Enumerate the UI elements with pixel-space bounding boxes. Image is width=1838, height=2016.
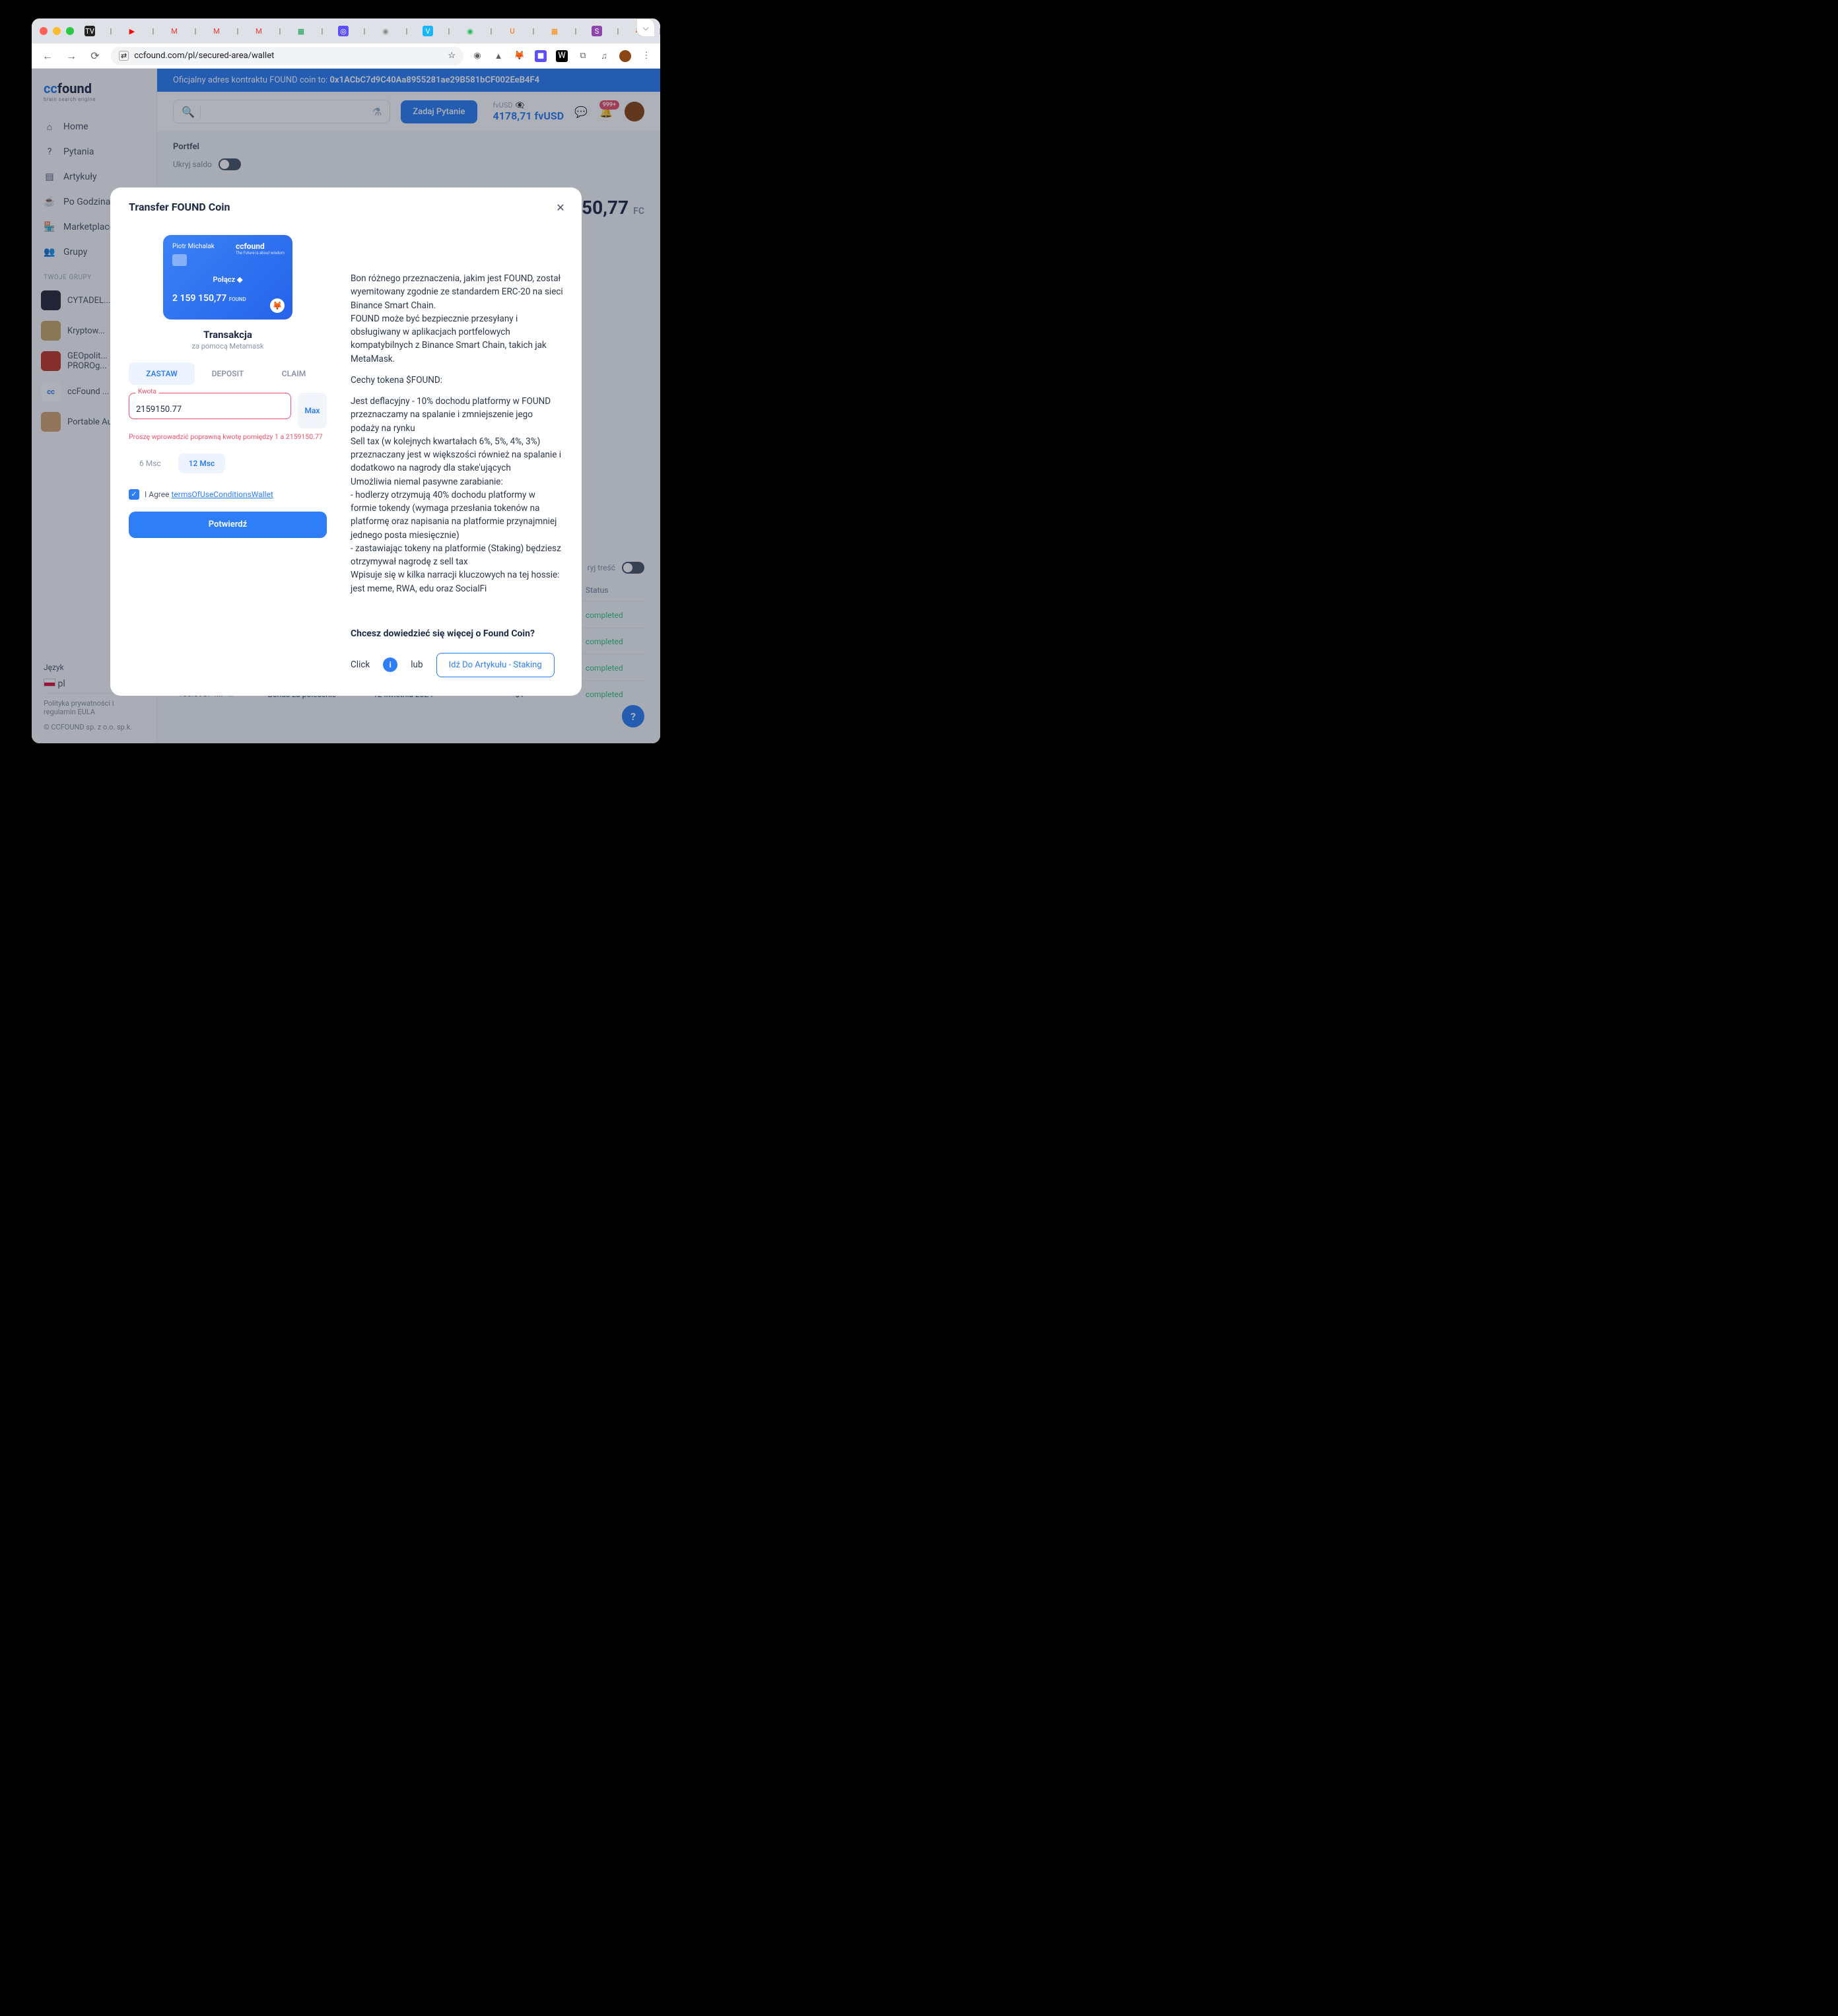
address-bar-row: ← → ⟳ ⇄ ccfound.com/pl/secured-area/wall… — [32, 44, 660, 69]
tab-claim[interactable]: CLAIM — [261, 362, 327, 385]
window-close[interactable] — [40, 27, 48, 35]
click-text: Click — [351, 658, 370, 671]
ext-icon[interactable]: ▲ — [493, 50, 504, 62]
kwota-label: Kwota — [135, 388, 159, 395]
checkbox-checked[interactable]: ✓ — [129, 489, 139, 500]
back-button[interactable]: ← — [40, 48, 55, 64]
ext-icon[interactable]: W — [556, 50, 568, 62]
transfer-modal: Transfer FOUND Coin ✕ Piotr Michalak ccf… — [110, 187, 582, 696]
confirm-button[interactable]: Potwierdź — [129, 512, 327, 538]
close-icon[interactable]: ✕ — [553, 199, 568, 215]
chip-icon — [172, 254, 187, 266]
forward-button[interactable]: → — [63, 48, 79, 64]
transaction-sub: za pomocą Metamask — [129, 342, 327, 351]
duration-6m[interactable]: 6 Msc — [129, 454, 172, 473]
agree-row[interactable]: ✓ I Agree termsOfUseConditionsWallet — [129, 489, 327, 500]
wallet-card[interactable]: Piotr Michalak ccfoundThe Future is abou… — [163, 235, 292, 319]
tab-deposit[interactable]: DEPOSIT — [195, 362, 261, 385]
metamask-icon: 🦊 — [270, 298, 285, 313]
site-info-icon[interactable]: ⇄ — [119, 51, 129, 61]
menu-icon[interactable]: ⋮ — [640, 50, 652, 62]
extensions-icon[interactable]: ⧉ — [577, 50, 589, 62]
or-text: lub — [411, 658, 423, 671]
address-bar[interactable]: ⇄ ccfound.com/pl/secured-area/wallet ☆ — [111, 47, 463, 65]
terms-link[interactable]: termsOfUseConditionsWallet — [171, 490, 273, 499]
amount-input[interactable] — [129, 393, 291, 419]
browser-tab-strip: TV| ▶| M| M| M| ▦| ◎| ◉| V| ◉| U| ▦| S| … — [32, 18, 660, 44]
profile-icon[interactable] — [619, 50, 631, 62]
tab-icons: TV| ▶| M| M| M| ▦| ◎| ◉| V| ◉| U| ▦| S| … — [85, 26, 660, 36]
ext-icon[interactable]: ◉ — [471, 50, 483, 62]
duration-12m[interactable]: 12 Msc — [178, 454, 226, 473]
reload-button[interactable]: ⟳ — [87, 48, 103, 64]
transaction-title: Transakcja — [129, 329, 327, 341]
bookmark-icon[interactable]: ☆ — [448, 51, 456, 61]
info-icon[interactable]: i — [383, 657, 397, 672]
max-button[interactable]: Max — [298, 393, 327, 428]
ext-icon[interactable]: ♫ — [598, 50, 610, 62]
window-minimize[interactable] — [53, 27, 61, 35]
ext-icon[interactable]: ◼ — [535, 50, 547, 62]
error-message: Proszę wprowadzić poprawną kwotę pomiędz… — [129, 432, 327, 442]
more-title: Chcesz dowiedzieć się więcej o Found Coi… — [351, 627, 563, 641]
modal-title: Transfer FOUND Coin — [129, 201, 230, 213]
modal-overlay[interactable]: Transfer FOUND Coin ✕ Piotr Michalak ccf… — [32, 69, 660, 743]
metamask-icon[interactable]: 🦊 — [514, 50, 526, 62]
modal-description: Bon różnego przeznaczenia, jakim jest FO… — [351, 202, 563, 677]
go-article-button[interactable]: Idź Do Artykułu - Staking — [436, 653, 555, 677]
window-maximize[interactable] — [66, 27, 74, 35]
tab-zastaw[interactable]: ZASTAW — [129, 362, 195, 385]
url-text: ccfound.com/pl/secured-area/wallet — [134, 51, 274, 61]
extensions-dropdown[interactable]: ⌵ — [636, 18, 655, 37]
